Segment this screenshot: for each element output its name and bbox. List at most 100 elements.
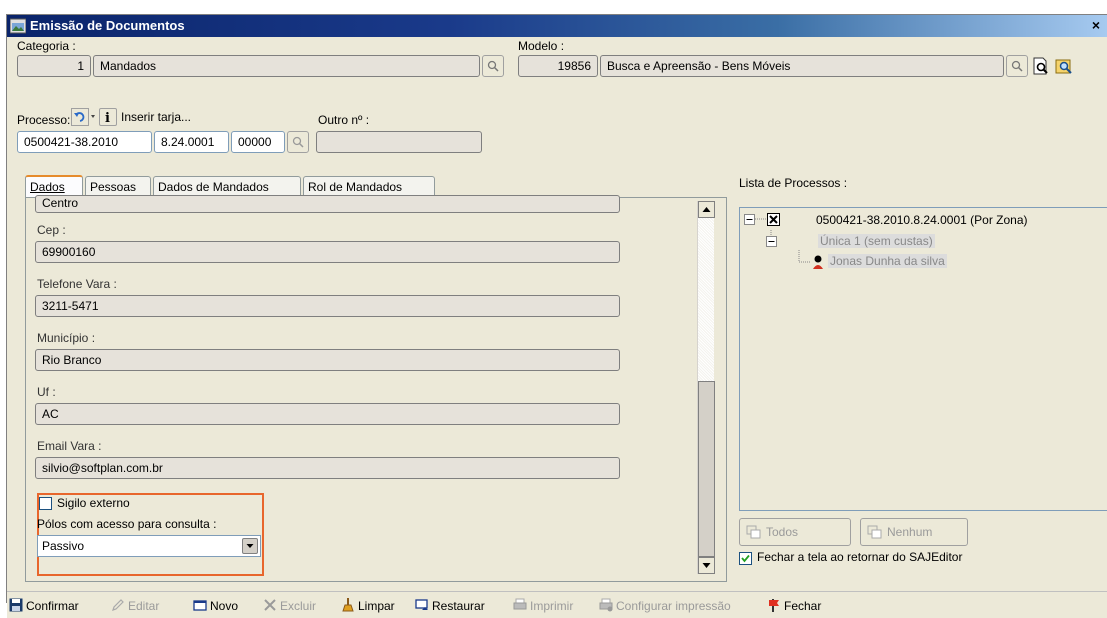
close-icon: × bbox=[1091, 17, 1101, 33]
limpar-label: Limpar bbox=[358, 599, 395, 613]
bairro-field[interactable]: Centro bbox=[35, 195, 620, 213]
modelo-search-button[interactable] bbox=[1006, 55, 1028, 77]
preview-document-button[interactable] bbox=[1031, 56, 1051, 76]
search-icon bbox=[292, 136, 304, 148]
modelo-name-field[interactable]: Busca e Apreensão - Bens Móveis bbox=[600, 55, 1004, 77]
municipio-field[interactable]: Rio Branco bbox=[35, 349, 620, 371]
tree-connector bbox=[798, 250, 810, 263]
polos-selected-value: Passivo bbox=[42, 539, 85, 553]
tab-pessoas-label: Pessoas bbox=[90, 180, 137, 194]
close-window-button[interactable]: × bbox=[1087, 17, 1105, 35]
chevron-down-icon bbox=[246, 544, 254, 548]
title-bar[interactable]: Emissão de Documentos × bbox=[7, 15, 1107, 37]
tree-item-parte[interactable]: Jonas Dunha da silva bbox=[828, 254, 947, 268]
panel-scrollbar[interactable] bbox=[697, 201, 715, 574]
telefone-label: Telefone Vara : bbox=[37, 277, 117, 291]
bottom-toolbar: Confirmar Editar Novo Excluir Limpar Res… bbox=[7, 591, 1107, 618]
tab-dados-mandados-label: Dados de Mandados bbox=[158, 180, 269, 194]
novo-label: Novo bbox=[210, 599, 239, 613]
outro-numero-field[interactable] bbox=[316, 131, 482, 153]
search-icon bbox=[1011, 60, 1023, 72]
editar-label: Editar bbox=[128, 599, 160, 613]
categoria-label: Categoria : bbox=[17, 39, 76, 53]
undo-icon bbox=[71, 108, 95, 126]
collapse-icon bbox=[766, 236, 777, 247]
search-icon bbox=[487, 60, 499, 72]
fechar-tela-label: Fechar a tela ao retornar do SAJEditor bbox=[757, 550, 963, 564]
restaurar-label: Restaurar bbox=[432, 599, 485, 613]
outro-numero-label: Outro nº : bbox=[318, 113, 370, 127]
svg-text:i: i bbox=[105, 111, 110, 125]
printer-settings-icon bbox=[599, 598, 613, 612]
processo-number-field[interactable]: 0500421-38.2010 bbox=[17, 131, 152, 153]
lista-processos-tree[interactable]: 0500421-38.2010.8.24.0001 (Por Zona) Úni… bbox=[739, 207, 1107, 511]
info-button[interactable]: i bbox=[99, 108, 117, 126]
undo-dropdown-button[interactable] bbox=[71, 108, 97, 128]
uf-label: Uf : bbox=[37, 385, 56, 399]
person-icon bbox=[813, 255, 823, 269]
categoria-code-field[interactable]: 1 bbox=[17, 55, 91, 77]
cep-field[interactable]: 69900160 bbox=[35, 241, 620, 263]
nenhum-label: Nenhum bbox=[887, 525, 933, 539]
modelo-label: Modelo : bbox=[518, 39, 565, 53]
todos-button[interactable]: Todos bbox=[739, 518, 851, 546]
scroll-down-button[interactable] bbox=[698, 557, 715, 574]
arrow-down-icon bbox=[702, 563, 711, 568]
email-field[interactable]: silvio@softplan.com.br bbox=[35, 457, 620, 479]
categoria-name-field[interactable]: Mandados bbox=[93, 55, 480, 77]
tree-connector bbox=[755, 218, 767, 220]
nenhum-button[interactable]: Nenhum bbox=[860, 518, 968, 546]
inserir-tarja-link[interactable]: Inserir tarja... bbox=[121, 110, 191, 124]
lista-processos-label: Lista de Processos : bbox=[739, 176, 848, 190]
find-model-icon bbox=[1055, 59, 1072, 74]
processo-search-button[interactable] bbox=[287, 131, 309, 153]
fechar-label: Fechar bbox=[784, 599, 822, 613]
collapse-icon bbox=[744, 214, 755, 225]
emissao-documentos-window: Emissão de Documentos × Categoria : 1 Ma… bbox=[6, 14, 1107, 618]
broom-icon bbox=[342, 598, 354, 612]
polos-select[interactable]: Passivo bbox=[37, 535, 261, 557]
new-icon bbox=[193, 600, 207, 611]
categoria-search-button[interactable] bbox=[482, 55, 504, 77]
processo-origin-field[interactable]: 8.24.0001 bbox=[154, 131, 229, 153]
select-all-icon bbox=[746, 525, 761, 539]
telefone-field[interactable]: 3211-5471 bbox=[35, 295, 620, 317]
tree-item-unica[interactable]: Única 1 (sem custas) bbox=[818, 234, 935, 248]
info-icon: i bbox=[105, 111, 110, 126]
scroll-up-button[interactable] bbox=[698, 201, 715, 218]
sigilo-externo-label: Sigilo externo bbox=[57, 496, 130, 510]
imprimir-label: Imprimir bbox=[530, 599, 574, 613]
arrow-up-icon bbox=[702, 207, 711, 212]
delete-icon bbox=[264, 599, 276, 611]
tab-dados-label: Dados bbox=[30, 180, 65, 194]
tab-rol-mandados-label: Rol de Mandados bbox=[308, 180, 403, 194]
polos-dropdown-button[interactable] bbox=[242, 538, 258, 554]
save-icon bbox=[9, 598, 23, 612]
cep-label: Cep : bbox=[37, 223, 66, 237]
restore-icon bbox=[415, 599, 428, 610]
configurar-label: Configurar impressão bbox=[616, 599, 731, 613]
todos-label: Todos bbox=[766, 525, 799, 539]
scroll-thumb[interactable] bbox=[698, 381, 715, 557]
window-title: Emissão de Documentos bbox=[30, 18, 185, 33]
printer-icon bbox=[513, 598, 527, 610]
app-icon bbox=[10, 18, 26, 34]
search-model-button[interactable] bbox=[1054, 56, 1074, 76]
processo-suffix-field[interactable]: 00000 bbox=[231, 131, 285, 153]
checked-box-icon[interactable] bbox=[767, 213, 780, 226]
select-none-icon bbox=[867, 525, 882, 539]
processo-label: Processo: bbox=[17, 113, 71, 127]
modelo-code-field[interactable]: 19856 bbox=[518, 55, 598, 77]
fechar-tela-checkbox[interactable] bbox=[739, 552, 752, 565]
checkmark-icon bbox=[741, 554, 750, 563]
exit-flag-icon bbox=[769, 599, 779, 612]
uf-field[interactable]: AC bbox=[35, 403, 620, 425]
email-label: Email Vara : bbox=[37, 439, 102, 453]
tree-item-processo[interactable]: 0500421-38.2010.8.24.0001 (Por Zona) bbox=[816, 213, 1028, 227]
polos-label: Pólos com acesso para consulta : bbox=[37, 517, 217, 531]
sigilo-externo-checkbox[interactable] bbox=[39, 497, 52, 510]
document-preview-icon bbox=[1033, 57, 1048, 75]
municipio-label: Município : bbox=[37, 331, 96, 345]
confirmar-label: Confirmar bbox=[26, 599, 79, 613]
edit-icon bbox=[112, 599, 124, 611]
